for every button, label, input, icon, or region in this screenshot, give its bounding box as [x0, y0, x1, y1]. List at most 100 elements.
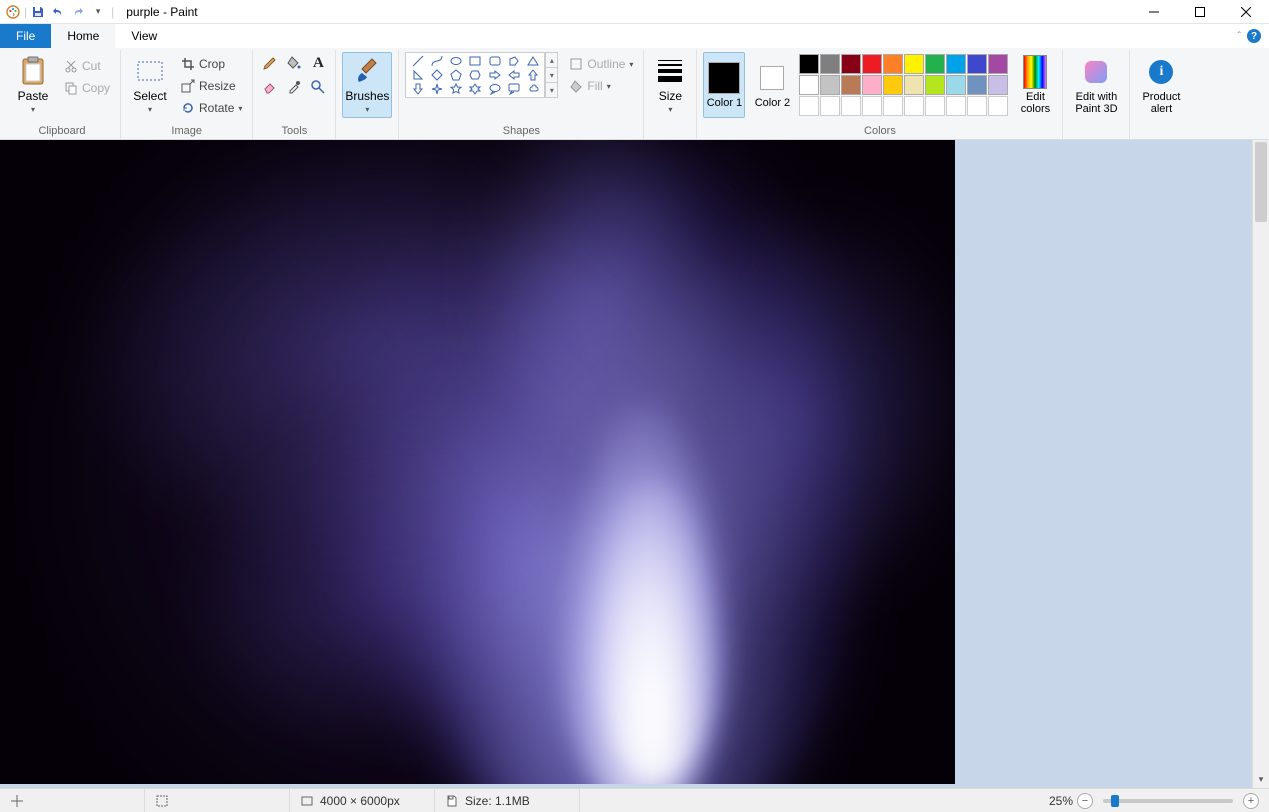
color-swatch[interactable] — [883, 75, 903, 95]
outline-dropdown[interactable]: Outline ▾ — [565, 54, 637, 74]
ribbon-collapse-icon[interactable]: ˆ — [1238, 31, 1241, 42]
shape-arrow-up-icon[interactable] — [524, 69, 542, 82]
undo-icon[interactable] — [49, 3, 67, 21]
zoom-slider[interactable] — [1103, 799, 1233, 803]
eyedropper-tool[interactable] — [283, 76, 305, 98]
shape-pentagon-icon[interactable] — [447, 69, 465, 82]
shape-arrow-down-icon[interactable] — [408, 82, 426, 95]
shape-hexagon-icon[interactable] — [466, 69, 484, 82]
color-swatch[interactable] — [799, 96, 819, 116]
color-swatch[interactable] — [967, 75, 987, 95]
brushes-button[interactable]: Brushes▾ — [342, 52, 392, 118]
color-swatch[interactable] — [967, 54, 987, 74]
shape-curve-icon[interactable] — [428, 55, 446, 68]
qat-customize-icon[interactable]: ▾ — [89, 3, 107, 21]
eraser-tool[interactable] — [259, 76, 281, 98]
text-tool[interactable]: A — [307, 52, 329, 74]
edit-colors-button[interactable]: Edit colors — [1014, 52, 1056, 118]
copy-button[interactable]: Copy — [60, 78, 114, 98]
shape-oval-icon[interactable] — [447, 55, 465, 68]
color-swatch[interactable] — [820, 96, 840, 116]
size-button[interactable]: Size▾ — [650, 52, 690, 118]
color-swatch[interactable] — [946, 54, 966, 74]
shape-roundrect-icon[interactable] — [486, 55, 504, 68]
rotate-button[interactable]: Rotate ▾ — [177, 98, 246, 118]
tab-file[interactable]: File — [0, 24, 51, 48]
shape-triangle-icon[interactable] — [524, 55, 542, 68]
color-swatch[interactable] — [862, 96, 882, 116]
fill-dropdown[interactable]: Fill ▾ — [565, 76, 637, 96]
color-swatch[interactable] — [967, 96, 987, 116]
cursor-pos-icon — [10, 794, 24, 808]
group-tools: A Tools — [253, 50, 336, 139]
group-label-brushes-spacer — [342, 123, 392, 139]
scroll-down-icon[interactable]: ▾ — [1253, 771, 1269, 788]
shape-arrow-right-icon[interactable] — [486, 69, 504, 82]
shape-callout-round-icon[interactable] — [486, 82, 504, 95]
shape-diamond-icon[interactable] — [428, 69, 446, 82]
product-alert-button[interactable]: i Product alert — [1136, 52, 1186, 118]
color-swatch[interactable] — [988, 75, 1008, 95]
shape-callout-cloud-icon[interactable] — [524, 82, 542, 95]
color-swatch[interactable] — [841, 54, 861, 74]
redo-icon[interactable] — [69, 3, 87, 21]
color-swatch[interactable] — [925, 96, 945, 116]
paste-button[interactable]: Paste▾ — [10, 52, 56, 118]
tab-view[interactable]: View — [115, 24, 173, 48]
crop-button[interactable]: Crop — [177, 54, 246, 74]
color2-button[interactable]: Color 2 — [751, 52, 793, 118]
shape-polygon-icon[interactable] — [505, 55, 523, 68]
color-swatch[interactable] — [904, 54, 924, 74]
color-swatch[interactable] — [841, 75, 861, 95]
color1-button[interactable]: Color 1 — [703, 52, 745, 118]
shape-callout-rect-icon[interactable] — [505, 82, 523, 95]
shape-rect-icon[interactable] — [466, 55, 484, 68]
fill-tool[interactable] — [283, 52, 305, 74]
shape-line-icon[interactable] — [408, 55, 426, 68]
tab-home[interactable]: Home — [51, 24, 115, 48]
color-swatch[interactable] — [904, 96, 924, 116]
color-swatch[interactable] — [799, 75, 819, 95]
color-swatch[interactable] — [925, 75, 945, 95]
color-swatch[interactable] — [988, 96, 1008, 116]
cut-button[interactable]: Cut — [60, 56, 114, 76]
color-swatch[interactable] — [883, 54, 903, 74]
shape-5pt-star-icon[interactable] — [447, 82, 465, 95]
shapes-gallery[interactable]: ▴▾▾ — [405, 52, 545, 98]
color-swatch[interactable] — [946, 96, 966, 116]
minimize-button[interactable] — [1131, 0, 1177, 24]
color-swatch[interactable] — [883, 96, 903, 116]
zoom-in-button[interactable]: + — [1243, 793, 1259, 809]
canvas[interactable] — [0, 140, 955, 784]
color-swatch[interactable] — [841, 96, 861, 116]
close-button[interactable] — [1223, 0, 1269, 24]
color-swatch[interactable] — [988, 54, 1008, 74]
color-swatch[interactable] — [862, 54, 882, 74]
pencil-tool[interactable] — [259, 52, 281, 74]
shape-4pt-star-icon[interactable] — [428, 82, 446, 95]
paint3d-button[interactable]: Edit with Paint 3D — [1069, 52, 1123, 118]
resize-icon — [181, 79, 195, 93]
shapes-scroll[interactable]: ▴▾▾ — [545, 52, 558, 98]
zoom-out-button[interactable]: − — [1077, 793, 1093, 809]
color-swatch[interactable] — [925, 54, 945, 74]
maximize-button[interactable] — [1177, 0, 1223, 24]
save-icon[interactable] — [29, 3, 47, 21]
zoom-slider-knob[interactable] — [1111, 795, 1119, 807]
vertical-scrollbar[interactable]: ▴ ▾ — [1252, 140, 1269, 788]
magnifier-tool[interactable] — [307, 76, 329, 98]
resize-button[interactable]: Resize — [177, 76, 246, 96]
color-swatch[interactable] — [820, 54, 840, 74]
help-icon[interactable]: ? — [1247, 29, 1261, 43]
color-swatch[interactable] — [862, 75, 882, 95]
select-button[interactable]: Select▾ — [127, 52, 173, 118]
scroll-thumb[interactable] — [1255, 142, 1267, 222]
shape-arrow-left-icon[interactable] — [505, 69, 523, 82]
canvas-viewport[interactable] — [0, 140, 1252, 788]
color-swatch[interactable] — [799, 54, 819, 74]
color-swatch[interactable] — [904, 75, 924, 95]
color-swatch[interactable] — [820, 75, 840, 95]
shape-6pt-star-icon[interactable] — [466, 82, 484, 95]
color-swatch[interactable] — [946, 75, 966, 95]
shape-right-triangle-icon[interactable] — [408, 69, 426, 82]
